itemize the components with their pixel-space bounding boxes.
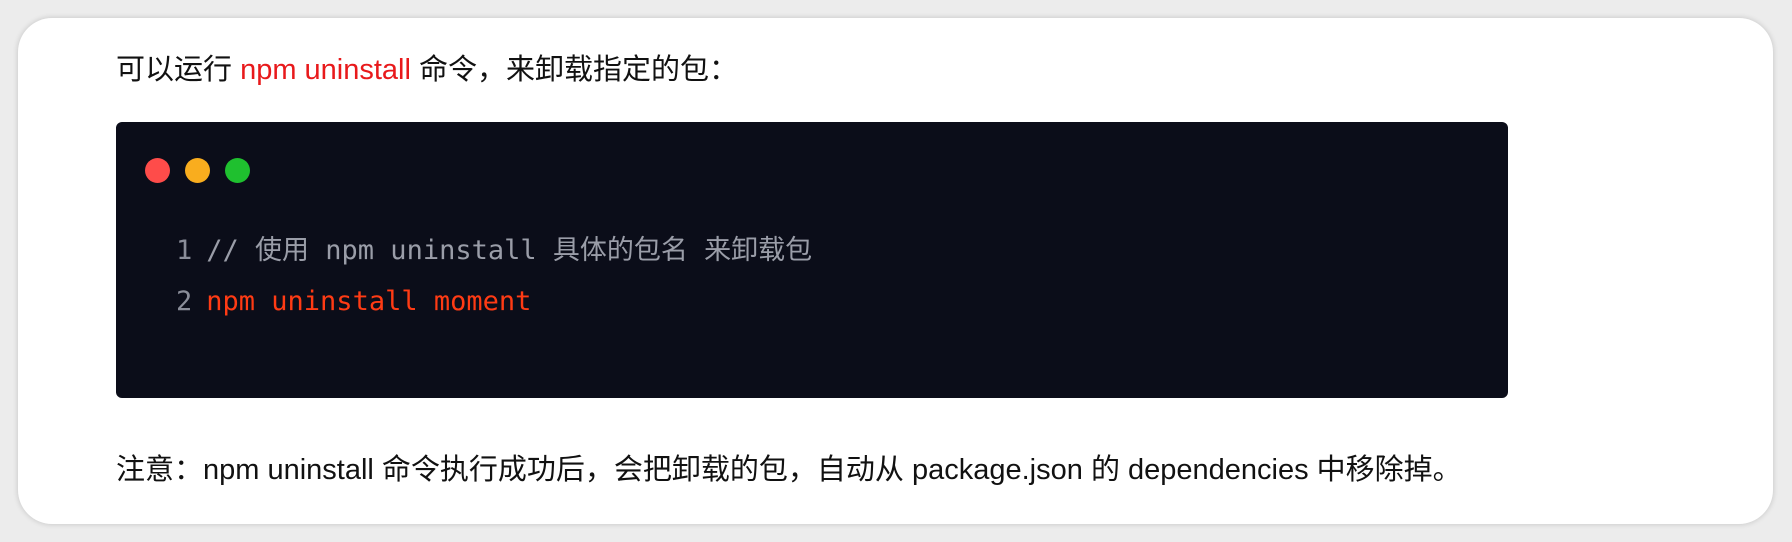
intro-command: npm uninstall [240,54,411,86]
code-command: npm uninstall moment [206,286,532,317]
note-paragraph: 注意：npm uninstall 命令执行成功后，会把卸载的包，自动从 pack… [116,454,1462,486]
code-line-2: 2 npm uninstall moment [176,286,531,317]
intro-paragraph: 可以运行 npm uninstall 命令，来卸载指定的包： [116,46,738,88]
code-comment: // 使用 npm uninstall 具体的包名 来卸载包 [206,235,813,266]
document-card: 可以运行 npm uninstall 命令，来卸载指定的包： 1 // 使用 np… [18,18,1773,524]
window-dot-green [225,158,250,183]
intro-text-after: 命令，来卸载指定的包： [410,54,738,86]
code-block: 1 // 使用 npm uninstall 具体的包名 来卸载包 2 npm uni… [116,122,1508,398]
window-dot-yellow [185,158,210,183]
code-line-1: 1 // 使用 npm uninstall 具体的包名 来卸载包 [176,228,812,267]
window-dot-red [145,158,170,183]
line-number-2: 2 [176,286,193,317]
intro-text-before: 可以运行 [116,54,241,86]
line-number-1: 1 [176,235,193,266]
